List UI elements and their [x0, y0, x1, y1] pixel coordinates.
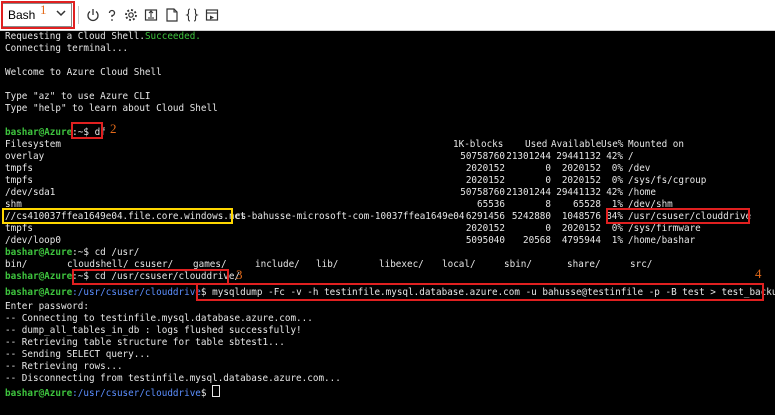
- df-blocks: 2020152: [465, 163, 505, 174]
- df-filesystem: tmpfs: [5, 223, 33, 234]
- df-used: 0: [545, 163, 551, 174]
- web-preview-icon[interactable]: [204, 7, 220, 23]
- terminal-line: Connecting terminal...: [5, 43, 129, 54]
- df-used: 5242880: [511, 211, 551, 222]
- df-mount: /home: [628, 187, 656, 198]
- toolbar-divider: [78, 6, 79, 24]
- terminal-line: Welcome to Azure Cloud Shell: [5, 67, 162, 78]
- upload-download-icon[interactable]: [143, 7, 159, 23]
- annotation-box-1: [1, 1, 75, 29]
- open-editor-icon[interactable]: [164, 7, 180, 23]
- df-mount: /home/bashar: [628, 235, 696, 246]
- df-row: tmpfs 2020152 0 2020152 0% /sys/firmware: [5, 223, 775, 235]
- help-icon[interactable]: [104, 7, 120, 23]
- df-blocks: 65536: [477, 199, 505, 210]
- cloud-shell-toolbar: Bash: [0, 0, 775, 31]
- df-blocks: 5095040: [465, 235, 505, 246]
- annotation-number-2: 2: [110, 121, 117, 136]
- df-filesystem: overlay: [5, 151, 45, 162]
- df-row: overlay 50758760 21301244 29441132 42% /: [5, 151, 775, 163]
- df-avail: 2020152: [561, 175, 601, 186]
- annotation-number-1: 1: [40, 2, 47, 17]
- df-header: Filesystem 1K-blocks Used Available Use%…: [5, 139, 684, 150]
- terminal-line: Requesting a Cloud Shell.Succeeded.: [5, 31, 201, 42]
- braces-icon[interactable]: [184, 7, 200, 23]
- df-used: 20568: [523, 235, 551, 246]
- terminal-prompt-line[interactable]: bashar@Azure:/usr/csuser/clouddrive$: [5, 385, 221, 399]
- df-used: 0: [545, 175, 551, 186]
- df-avail: 29441132: [556, 187, 601, 198]
- df-blocks: 50758760: [460, 151, 505, 162]
- terminal-prompt-line: bashar@Azure:~$ cd /usr/: [5, 247, 140, 258]
- terminal-line: Type "help" to learn about Cloud Shell: [5, 103, 218, 114]
- terminal-line: Enter password:: [5, 301, 89, 312]
- df-avail: 65528: [573, 199, 601, 210]
- df-row: tmpfs 2020152 0 2020152 0% /dev: [5, 163, 775, 175]
- df-use: 1%: [611, 235, 623, 246]
- annotation-number-4: 4: [755, 266, 762, 281]
- df-used: 21301244: [506, 187, 551, 198]
- df-filesystem: /dev/loop0: [5, 235, 61, 246]
- df-row: /dev/sda1 50758760 21301244 29441132 42% /hom…: [5, 187, 775, 199]
- df-avail: 29441132: [556, 151, 601, 162]
- settings-icon[interactable]: [123, 7, 139, 23]
- df-mount: /sys/firmware: [628, 223, 701, 234]
- terminal-line: Type "az" to use Azure CLI: [5, 91, 151, 102]
- df-row: /dev/loop0 5095040 20568 4795944 1% /home/bas…: [5, 235, 775, 247]
- df-use: 0%: [611, 223, 623, 234]
- df-avail: 2020152: [561, 223, 601, 234]
- power-icon[interactable]: [85, 7, 101, 23]
- df-used: 0: [545, 223, 551, 234]
- terminal-line: -- Retrieving table structure for table …: [5, 337, 285, 348]
- terminal-line: -- Connecting to testinfile.mysql.databa…: [5, 313, 313, 324]
- terminal-line: -- Sending SELECT query...: [5, 349, 151, 360]
- terminal-line: -- Retrieving rows...: [5, 361, 123, 372]
- df-row: tmpfs 2020152 0 2020152 0% /sys/fs/cgroup: [5, 175, 775, 187]
- df-filesystem: /dev/sda1: [5, 187, 56, 198]
- terminal-cursor: [212, 385, 221, 397]
- df-avail: 1048576: [561, 211, 601, 222]
- df-mount: /dev: [628, 163, 651, 174]
- df-use: 42%: [606, 151, 623, 162]
- df-mount: /sys/fs/cgroup: [628, 175, 707, 186]
- df-avail: 4795944: [561, 235, 601, 246]
- terminal-line: -- Disconnecting from testinfile.mysql.d…: [5, 373, 341, 384]
- df-share-name: cs-bahusse-microsoft-com-10037ffea1649e0…: [235, 211, 465, 222]
- terminal-line: -- dump_all_tables_in_db : logs flushed …: [5, 325, 302, 336]
- df-used: 21301244: [506, 151, 551, 162]
- annotation-box-4: [196, 283, 764, 301]
- df-use: 0%: [611, 175, 623, 186]
- df-mount: /: [628, 151, 634, 162]
- df-blocks: 50758760: [460, 187, 505, 198]
- df-filesystem: tmpfs: [5, 175, 33, 186]
- df-use: 0%: [611, 163, 623, 174]
- df-avail: 2020152: [561, 163, 601, 174]
- df-used: 8: [545, 199, 551, 210]
- annotation-box-mount: [606, 208, 750, 224]
- df-blocks: 6291456: [465, 211, 505, 222]
- annotation-box-filesystem: [2, 208, 233, 224]
- df-blocks: 2020152: [465, 175, 505, 186]
- df-filesystem: tmpfs: [5, 163, 33, 174]
- annotation-box-2: [71, 122, 103, 139]
- df-use: 42%: [606, 187, 623, 198]
- df-blocks: 2020152: [465, 223, 505, 234]
- annotation-number-3: 3: [236, 267, 243, 282]
